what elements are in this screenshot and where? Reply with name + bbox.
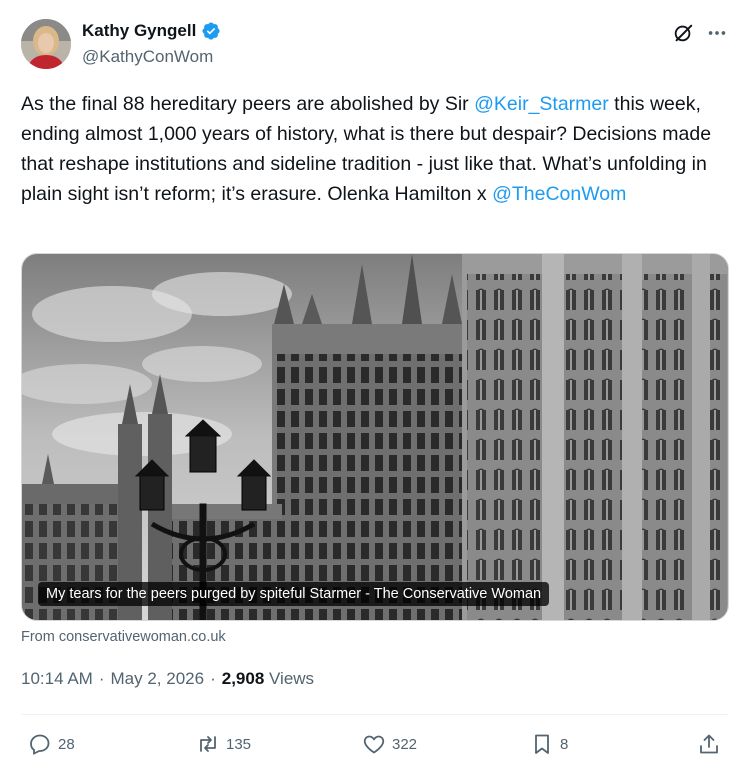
avatar[interactable] (21, 19, 71, 69)
tweet-time[interactable]: 10:14 AM (21, 669, 93, 689)
reply-count: 28 (58, 735, 75, 753)
views-count: 2,908 (221, 669, 265, 688)
repost-count: 135 (226, 735, 252, 753)
repost-icon (200, 736, 216, 752)
views-group[interactable]: 2,908 Views (222, 669, 314, 689)
author-name[interactable]: Kathy Gyngell (82, 21, 196, 41)
author-name-row: Kathy Gyngell (82, 21, 221, 41)
repost-button[interactable]: 135 (196, 732, 251, 756)
tweet-text-part: As the final 88 hereditary peers are abo… (21, 93, 475, 115)
like-icon (363, 735, 385, 754)
link-card-image[interactable]: My tears for the peers purged by spitefu… (21, 253, 729, 621)
grok-icon[interactable] (672, 22, 694, 44)
tweet-card: Kathy Gyngell @KathyConWom As the final … (0, 0, 749, 770)
tweet-text: As the final 88 hereditary peers are abo… (21, 89, 733, 209)
link-source[interactable]: From conservativewoman.co.uk (21, 629, 226, 645)
verified-badge-icon (202, 22, 220, 40)
bookmark-icon (535, 734, 549, 754)
share-icon (700, 734, 718, 754)
tweet-date[interactable]: May 2, 2026 (111, 669, 205, 689)
divider (21, 714, 728, 715)
views-label: Views (269, 669, 315, 688)
like-count: 322 (392, 735, 418, 753)
avatar-image (21, 19, 71, 69)
mention-link[interactable]: @Keir_Starmer (474, 93, 609, 115)
mention-link[interactable]: @TheConWom (492, 183, 626, 205)
share-button[interactable] (697, 732, 721, 756)
link-card-title[interactable]: My tears for the peers purged by spitefu… (38, 582, 550, 606)
reply-icon (30, 734, 50, 755)
bookmark-count: 8 (560, 735, 569, 753)
tweet-meta: 10:14 AM · May 2, 2026 · 2,908 Views (21, 669, 314, 689)
meta-separator: · (98, 669, 105, 688)
like-button[interactable]: 322 (362, 732, 417, 756)
parliament-photo (22, 254, 728, 620)
bookmark-button[interactable]: 8 (530, 732, 568, 756)
reply-button[interactable]: 28 (28, 732, 75, 756)
author-handle[interactable]: @KathyConWom (82, 47, 213, 67)
more-icon[interactable] (706, 22, 728, 44)
meta-separator: · (210, 669, 216, 688)
